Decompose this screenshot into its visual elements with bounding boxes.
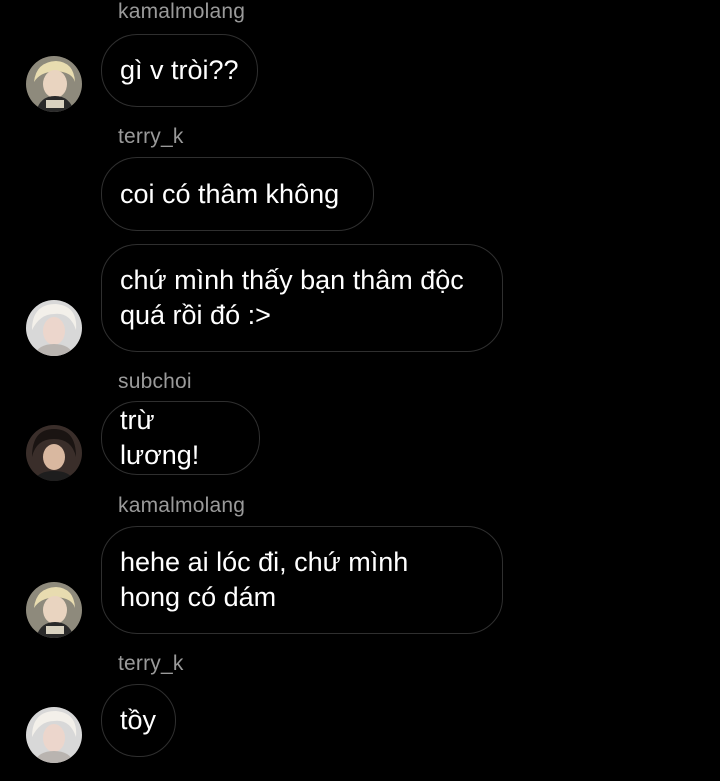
user-avatar-icon[interactable]	[26, 300, 82, 356]
message-bubble[interactable]: gì v tròi??	[101, 34, 258, 107]
sender-name: kamalmolang	[118, 494, 246, 517]
message-bubble[interactable]: tồy	[101, 684, 176, 757]
message-text: tồy	[120, 705, 157, 735]
message-bubble[interactable]: chứ mình thấy bạn thâm độc quá rồi đó :>	[101, 244, 503, 352]
sender-name: terry_k	[118, 652, 184, 675]
message-thread: kamalmolang gì v tròi?? terry_k coi có t…	[0, 0, 720, 781]
message-text: coi có thâm không	[120, 178, 340, 209]
message-text: gì v tròi??	[120, 55, 239, 85]
message-text: trừ lương!	[120, 405, 200, 470]
user-avatar-icon[interactable]	[26, 582, 82, 638]
user-avatar-icon[interactable]	[26, 707, 82, 763]
message-bubble[interactable]: trừ lương!	[101, 401, 260, 475]
message-bubble[interactable]: coi có thâm không	[101, 157, 374, 231]
sender-name: kamalmolang	[118, 0, 246, 23]
user-avatar-icon[interactable]	[26, 56, 82, 112]
message-text: hehe ai lóc đi, chứ mình hong có dám	[120, 547, 409, 612]
message-text: chứ mình thấy bạn thâm độc quá rồi đó :>	[120, 265, 464, 330]
sender-name: terry_k	[118, 125, 184, 148]
user-avatar-icon[interactable]	[26, 425, 82, 481]
sender-name: subchoi	[118, 370, 192, 393]
message-bubble[interactable]: hehe ai lóc đi, chứ mình hong có dám	[101, 526, 503, 634]
